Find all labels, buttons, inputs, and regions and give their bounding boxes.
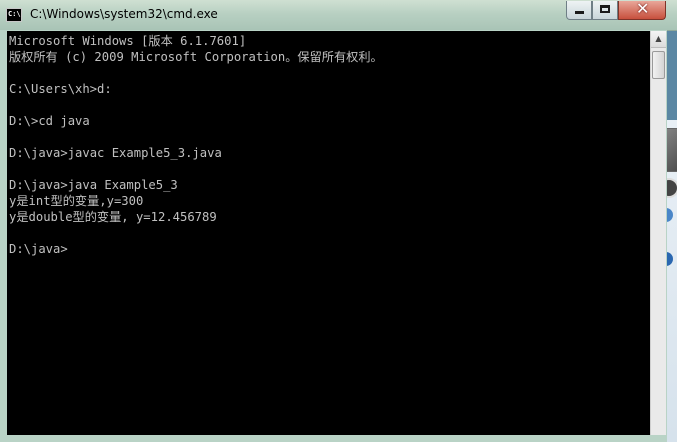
close-icon: ✕ xyxy=(636,0,650,18)
cmd-window: C:\Windows\system32\cmd.exe ✕ Microsoft … xyxy=(0,0,677,442)
console-line: y是int型的变量,y=300 xyxy=(9,194,144,208)
close-button[interactable]: ✕ xyxy=(618,0,666,20)
maximize-button[interactable] xyxy=(592,1,618,20)
title-bar[interactable]: C:\Windows\system32\cmd.exe ✕ xyxy=(0,0,677,31)
console-line: D:\java>javac Example5_3.java xyxy=(9,146,222,160)
console-line: 版权所有 (c) 2009 Microsoft Corporation。保留所有… xyxy=(9,50,383,64)
window-title: C:\Windows\system32\cmd.exe xyxy=(30,7,218,21)
console-line: Microsoft Windows [版本 6.1.7601] xyxy=(9,34,247,48)
console-line: D:\>cd java xyxy=(9,114,90,128)
console-text: Microsoft Windows [版本 6.1.7601] 版权所有 (c) … xyxy=(7,31,650,257)
scroll-up-arrow-icon[interactable]: ▲ xyxy=(651,31,666,48)
scrollbar-thumb[interactable] xyxy=(652,51,665,79)
console-line: D:\java>java Example5_3 xyxy=(9,178,178,192)
cmd-app-icon[interactable] xyxy=(6,8,22,22)
console-output[interactable]: Microsoft Windows [版本 6.1.7601] 版权所有 (c) … xyxy=(7,31,650,435)
minimize-icon xyxy=(575,11,584,14)
vertical-scrollbar[interactable]: ▲ xyxy=(650,31,666,435)
window-client-area: Microsoft Windows [版本 6.1.7601] 版权所有 (c) … xyxy=(0,30,667,442)
console-line: C:\Users\xh>d: xyxy=(9,82,112,96)
maximize-icon xyxy=(600,5,610,13)
minimize-button[interactable] xyxy=(566,1,592,20)
console-line: y是double型的变量, y=12.456789 xyxy=(9,210,217,224)
console-prompt: D:\java> xyxy=(9,242,68,256)
